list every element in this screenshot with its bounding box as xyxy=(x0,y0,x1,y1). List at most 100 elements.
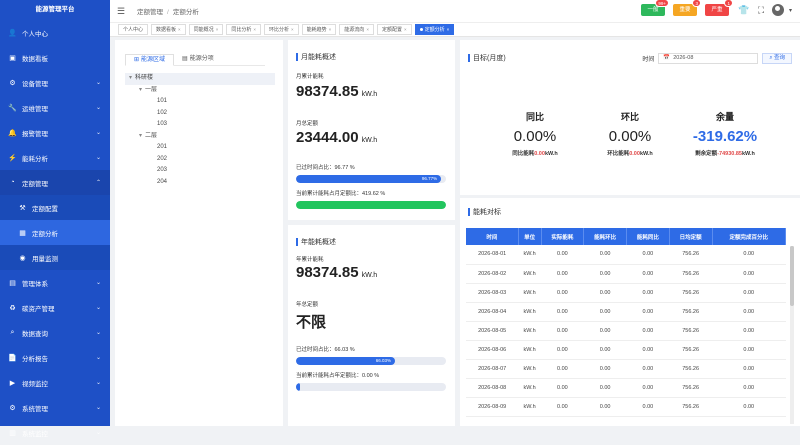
close-icon[interactable]: × xyxy=(329,25,332,35)
table-cell: 0.00 xyxy=(712,321,786,341)
table-row: 2026-08-09 kW.h 0.00 0.00 0.00 756.26 0.00 xyxy=(466,397,786,417)
tree-node[interactable]: 103 xyxy=(125,119,275,131)
tab-item[interactable]: 能耗趋势 × xyxy=(301,24,337,35)
chevron-down-icon[interactable]: ▾ xyxy=(789,7,792,14)
table-cell: 0.00 xyxy=(626,264,670,284)
tab-item[interactable]: 定额分析 × xyxy=(414,24,455,35)
table-cell: 0.00 xyxy=(712,283,786,303)
close-icon[interactable]: × xyxy=(291,25,294,35)
shirt-icon[interactable]: 👕 xyxy=(738,5,750,16)
caret-down-icon[interactable]: ▾ xyxy=(139,87,142,93)
caret-down-icon[interactable]: ▾ xyxy=(139,133,142,139)
table-cell: 2026-08-01 xyxy=(466,245,519,265)
sidebar-item-label: 碳资产管理 xyxy=(22,305,55,313)
close-icon[interactable]: × xyxy=(253,25,256,35)
tree-node[interactable]: ▾ 一层 xyxy=(125,85,275,97)
close-icon[interactable]: × xyxy=(178,25,181,35)
unit: kW.h xyxy=(361,91,378,98)
tab-label: 环比分析 xyxy=(268,26,289,33)
table-scrollbar[interactable] xyxy=(790,246,794,424)
section-title: 目标(月度) xyxy=(468,53,506,63)
date-picker[interactable]: 📅 2026-08 xyxy=(658,53,759,64)
tab-label: 能耗趋势 xyxy=(306,26,327,33)
grid-icon: ⊞ xyxy=(134,57,140,63)
avatar[interactable] xyxy=(771,4,784,16)
sidebar-item[interactable]: ▥ 系统监控 ⌄ xyxy=(0,420,110,445)
query-icon: ⌕ xyxy=(10,328,15,336)
target-panel: 目标(月度) 时间 📅 2026-08 ⌕ 查询 同比 0.00% 同比能耗0.00k… xyxy=(460,40,800,195)
alert-level-label: 严重 xyxy=(711,7,723,13)
unit: kW.h xyxy=(361,137,378,144)
sidebar-item[interactable]: 🔔 报警管理 ⌄ xyxy=(0,120,110,145)
stat-card: 环比 0.00% 环比能耗0.00kW.h xyxy=(585,110,675,157)
sidebar-item[interactable]: ⚙ 设备管理 ⌄ xyxy=(0,70,110,95)
alert-level-button[interactable]: 严重 1 xyxy=(704,0,733,16)
sidebar-item[interactable]: ▦ 定额分析 xyxy=(0,220,110,245)
tree-node[interactable]: 204 xyxy=(125,177,275,189)
alert-level-button[interactable]: 重要 3 xyxy=(672,0,701,16)
tab-energy-area[interactable]: ⊞ 能源区域 xyxy=(125,54,175,66)
chevron-down-icon: ⌄ xyxy=(95,355,101,361)
stat-sub-unit: kW.h xyxy=(639,151,653,157)
sidebar-item-label: 能耗分析 xyxy=(22,155,48,163)
sidebar-item[interactable]: ⚙ 系统管理 ⌄ xyxy=(0,395,110,420)
tree-node[interactable]: 201 xyxy=(125,142,275,154)
tree-node[interactable]: 202 xyxy=(125,154,275,166)
chevron-down-icon: ⌄ xyxy=(95,405,101,411)
alarm-icon: 🔔 xyxy=(8,129,17,137)
tree-node[interactable]: ▾ 二层 xyxy=(125,131,275,143)
sidebar-item[interactable]: ◉ 用量监测 xyxy=(0,245,110,270)
report-icon: 📄 xyxy=(8,354,17,362)
scroll-thumb[interactable] xyxy=(790,246,794,306)
sidebar-item[interactable]: 🔧 运维管理 ⌄ xyxy=(0,95,110,120)
system-icon: ▤ xyxy=(9,279,16,287)
tab-item[interactable]: 同比分析 × xyxy=(226,24,261,35)
sidebar-item[interactable]: ⚒ 定额配置 xyxy=(0,195,110,220)
table-cell: 756.26 xyxy=(669,378,712,398)
tree-node[interactable]: 101 xyxy=(125,96,275,108)
sidebar-item[interactable]: ▶ 视频监控 ⌄ xyxy=(0,370,110,395)
sidebar-item[interactable]: ▤ 管理体系 ⌄ xyxy=(0,270,110,295)
sidebar-item[interactable]: 👤 个人中心 xyxy=(0,20,110,45)
table-cell: 0.00 xyxy=(626,283,670,303)
alert-level-button[interactable]: 一般 99+ xyxy=(640,0,669,16)
sidebar-item[interactable]: ▣ 数据看板 xyxy=(0,45,110,70)
tab-item[interactable]: 个人中心 xyxy=(118,24,149,35)
close-icon[interactable]: × xyxy=(366,25,369,35)
table-row: 2026-08-01 kW.h 0.00 0.00 0.00 756.26 0.00 xyxy=(466,245,786,265)
tab-item[interactable]: 定额配置 × xyxy=(376,24,412,35)
sidebar-item[interactable]: ◔ 定额管理 ⌃ xyxy=(0,170,110,195)
sidebar-item[interactable]: ⚡ 能耗分析 ⌄ xyxy=(0,145,110,170)
close-icon[interactable]: × xyxy=(404,25,407,35)
tab-item[interactable]: 环比分析 × xyxy=(263,24,299,35)
sidebar-item[interactable]: 📄 分析报告 ⌄ xyxy=(0,345,110,370)
year-overview-panel: 年能耗概述 年累计能耗 98374.85 kW.h 年总定额 不限 已过时间占比：… xyxy=(288,225,455,426)
caret-down-icon[interactable]: ▾ xyxy=(129,75,132,81)
progress-fill xyxy=(296,201,446,209)
close-icon[interactable]: × xyxy=(216,25,219,35)
energy-icon: ⚡ xyxy=(8,154,17,162)
table-cell: 756.26 xyxy=(669,321,712,341)
tab-item[interactable]: 同能概况 × xyxy=(188,24,224,35)
unit: kW.h xyxy=(361,272,378,279)
tab-item[interactable]: 数据看板 × xyxy=(151,24,186,35)
sidebar-item[interactable]: ♻ 碳资产管理 ⌄ xyxy=(0,295,110,320)
query-button[interactable]: ⌕ 查询 xyxy=(762,53,792,64)
tree-node[interactable]: 203 xyxy=(125,165,275,177)
tab-energy-subitem[interactable]: ▤ 能源分项 xyxy=(174,54,222,66)
close-icon[interactable]: × xyxy=(447,25,450,35)
tree-node-label: 101 xyxy=(157,98,168,104)
table-cell: 0.00 xyxy=(712,302,786,322)
breadcrumb-item[interactable]: 定额管理 xyxy=(137,9,163,16)
tree-node[interactable]: ▾ 科研楼 xyxy=(125,73,275,85)
tree-node[interactable]: 102 xyxy=(125,108,275,120)
month-overview-panel: 月能耗概述 月累计能耗 98374.85 kW.h 月总定额 23444.00 kW… xyxy=(288,40,455,220)
sidebar-item[interactable]: ⌕ 数据查询 ⌄ xyxy=(0,320,110,345)
column-header: 定额完成百分比 xyxy=(712,228,786,245)
fullscreen-icon[interactable]: ⛶ xyxy=(755,5,767,16)
tab-item[interactable]: 能源流向 × xyxy=(339,24,374,35)
table-row: 2026-08-05 kW.h 0.00 0.00 0.00 756.26 0.00 xyxy=(466,321,786,341)
stat-sub-value: 0.00 xyxy=(629,151,640,157)
chevron-down-icon: ⌄ xyxy=(95,380,101,386)
menu-toggle-icon[interactable]: ☰ xyxy=(117,6,129,17)
